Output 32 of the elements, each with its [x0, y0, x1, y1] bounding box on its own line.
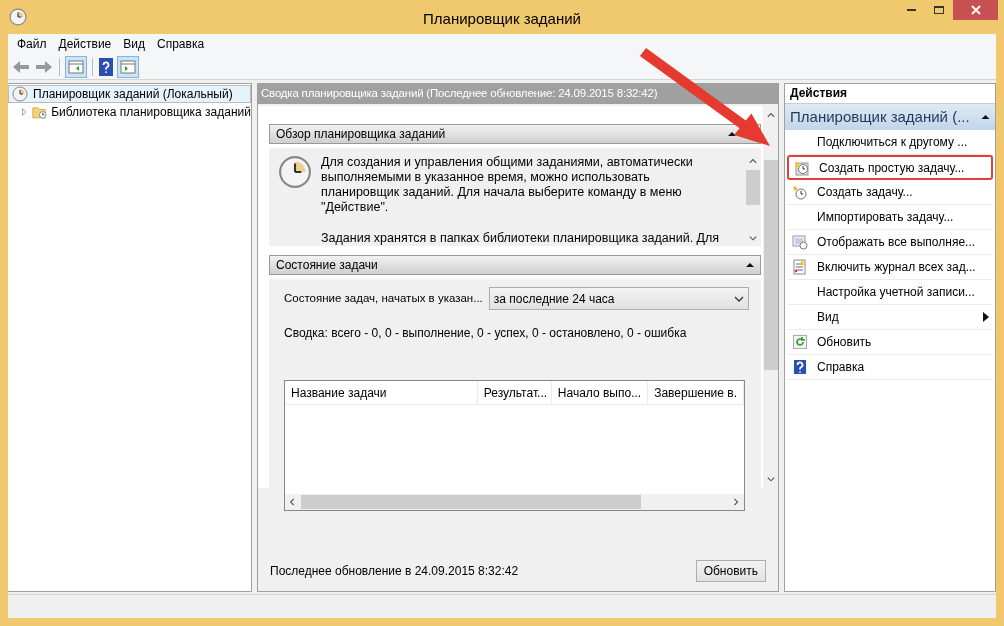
summary-text: Сводка: всего - 0, 0 - выполнение, 0 - успех, 0 - остановлено, 0 - ошибка [284, 325, 688, 342]
action-item[interactable]: Справка [787, 355, 993, 380]
action-item[interactable]: Создать задачу... [787, 180, 993, 205]
description-text: Для создания и управления общими заданиями, автоматически выполняемыми в указанное время, можно использовать планировщик заданий. Для начала выберите команду в меню "Действие". [321, 155, 694, 215]
action-item[interactable]: Отображать все выполняе... [787, 230, 993, 255]
menu-item[interactable]: Справка [151, 35, 211, 53]
tree-item[interactable]: Библиотека планировщика заданий [8, 103, 251, 121]
column-header[interactable]: Название задачи [285, 381, 478, 404]
menu-item[interactable]: Действие [52, 35, 118, 53]
action-item[interactable]: Создать простую задачу... [787, 155, 993, 180]
last-update-text: Последнее обновление в 24.09.2015 8:32:42 [270, 563, 519, 580]
action-item[interactable]: Настройка учетной записи... [787, 280, 993, 305]
refresh-button[interactable]: Обновить [695, 560, 766, 582]
action-item[interactable]: Обновить [787, 330, 993, 355]
section-header[interactable]: Обзор планировщика заданий [269, 124, 761, 144]
menu-item[interactable]: Файл [11, 35, 53, 53]
action-item[interactable]: Вид [787, 305, 993, 330]
action-item[interactable]: Включить журнал всех зад... [787, 255, 993, 280]
action-item[interactable]: Импортировать задачу... [787, 205, 993, 230]
section-header[interactable]: Состояние задачи [269, 255, 761, 275]
filter-label: Состояние задач, начатых в указан... [284, 290, 483, 306]
column-header[interactable]: Результат... [477, 381, 552, 404]
action-item[interactable]: Подключиться к другому ... [787, 130, 993, 155]
description-text: Задания хранятся в папках библиотеки планировщика заданий. Для [321, 231, 721, 246]
column-header[interactable]: Завершение в. [648, 381, 744, 404]
menu-item[interactable]: Вид [117, 35, 151, 53]
tree-item[interactable]: Планировщик заданий (Локальный) [8, 85, 251, 103]
column-header[interactable]: Начало выпо... [551, 381, 649, 404]
actions-group-header[interactable]: Планировщик заданий (... [785, 104, 995, 130]
summary-header: Сводка планировщика заданий (Последнее обновление: 24.09.2015 8:32:42) [261, 86, 658, 102]
period-dropdown[interactable]: за последние 24 часа [488, 287, 749, 310]
window-title: Планировщик заданий [423, 9, 581, 29]
